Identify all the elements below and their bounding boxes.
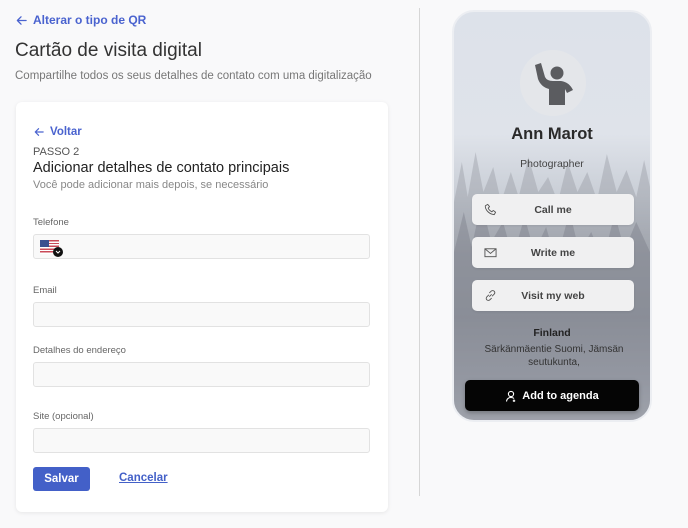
card-address: Särkänmäentie Suomi, Jämsän seutukunta, — [484, 344, 624, 368]
cancel-link[interactable]: Cancelar — [119, 472, 168, 484]
email-label: Email — [33, 285, 57, 296]
address-label: Detalhes do endereço — [33, 345, 126, 356]
card-role: Photographer — [520, 158, 584, 170]
mail-icon — [484, 248, 497, 258]
phone-icon — [484, 203, 497, 216]
back-button[interactable]: Voltar — [34, 126, 82, 138]
contact-form-card: Voltar PASSO 2 Adicionar detalhes de con… — [16, 102, 388, 512]
link-icon — [485, 290, 496, 301]
change-qr-type-label: Alterar o tipo de QR — [33, 13, 147, 27]
card-country: Finland — [533, 327, 571, 339]
add-to-agenda-label: Add to agenda — [522, 389, 599, 402]
step-subtitle: Você pode adicionar mais depois, se nece… — [33, 179, 269, 191]
arrow-left-icon — [16, 15, 27, 25]
chevron-down-icon — [53, 247, 63, 257]
country-code-select[interactable] — [40, 240, 64, 258]
add-to-agenda-button[interactable]: Add to agenda — [465, 380, 639, 411]
avatar — [520, 50, 586, 116]
back-label: Voltar — [50, 126, 82, 138]
website-field[interactable] — [33, 428, 370, 453]
phone-label: Telefone — [33, 217, 69, 228]
user-add-icon — [506, 390, 516, 402]
arrow-left-icon — [34, 128, 44, 136]
step-indicator: PASSO 2 — [33, 146, 80, 158]
page-subtitle: Compartilhe todos os seus detalhes de co… — [15, 70, 372, 82]
step-title: Adicionar detalhes de contato principais — [33, 160, 290, 176]
call-me-button[interactable]: Call me — [472, 194, 634, 225]
write-me-button[interactable]: Write me — [472, 237, 634, 268]
email-field[interactable] — [33, 302, 370, 327]
panel-divider — [419, 8, 420, 496]
visit-web-button[interactable]: Visit my web — [472, 280, 634, 311]
waving-person-icon — [535, 63, 573, 105]
phone-field[interactable] — [33, 234, 370, 259]
page-title: Cartão de visita digital — [15, 40, 202, 61]
change-qr-type-link[interactable]: Alterar o tipo de QR — [16, 13, 146, 27]
card-preview-phone: Ann Marot Photographer Call me Write me … — [452, 10, 652, 422]
address-field[interactable] — [33, 362, 370, 387]
save-button[interactable]: Salvar — [33, 467, 90, 491]
website-label: Site (opcional) — [33, 411, 94, 422]
card-name: Ann Marot — [511, 125, 593, 143]
